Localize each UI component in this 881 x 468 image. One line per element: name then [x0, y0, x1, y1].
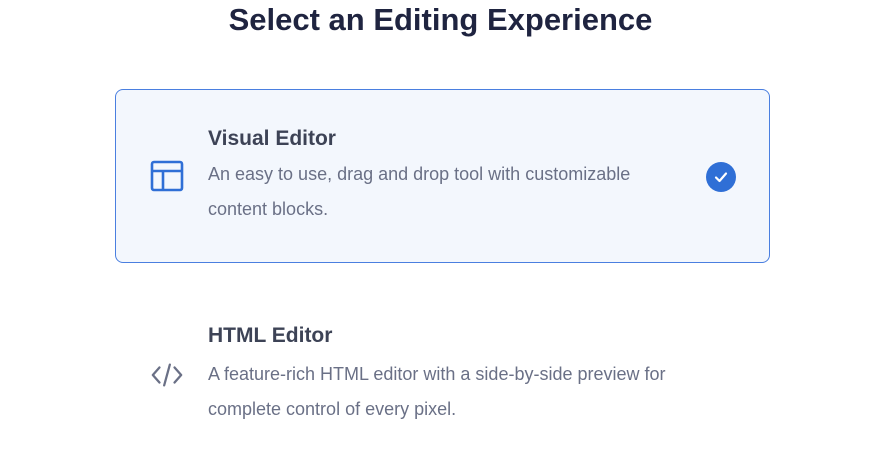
editor-selection-page: Select an Editing Experience Visual Edit… — [0, 0, 881, 468]
html-editor-description: A feature-rich HTML editor with a side-b… — [208, 364, 666, 419]
html-editor-option[interactable]: HTML Editor A feature-rich HTML editor w… — [115, 295, 770, 445]
code-icon — [150, 358, 184, 392]
visual-editor-description: An easy to use, drag and drop tool with … — [208, 164, 631, 219]
visual-editor-option[interactable]: Visual Editor An easy to use, drag and d… — [115, 89, 770, 263]
visual-editor-title: Visual Editor — [208, 127, 336, 150]
page-title: Select an Editing Experience — [228, 2, 653, 37]
selected-check-icon — [706, 162, 736, 192]
layout-icon — [150, 159, 184, 193]
html-editor-title: HTML Editor — [208, 324, 333, 347]
